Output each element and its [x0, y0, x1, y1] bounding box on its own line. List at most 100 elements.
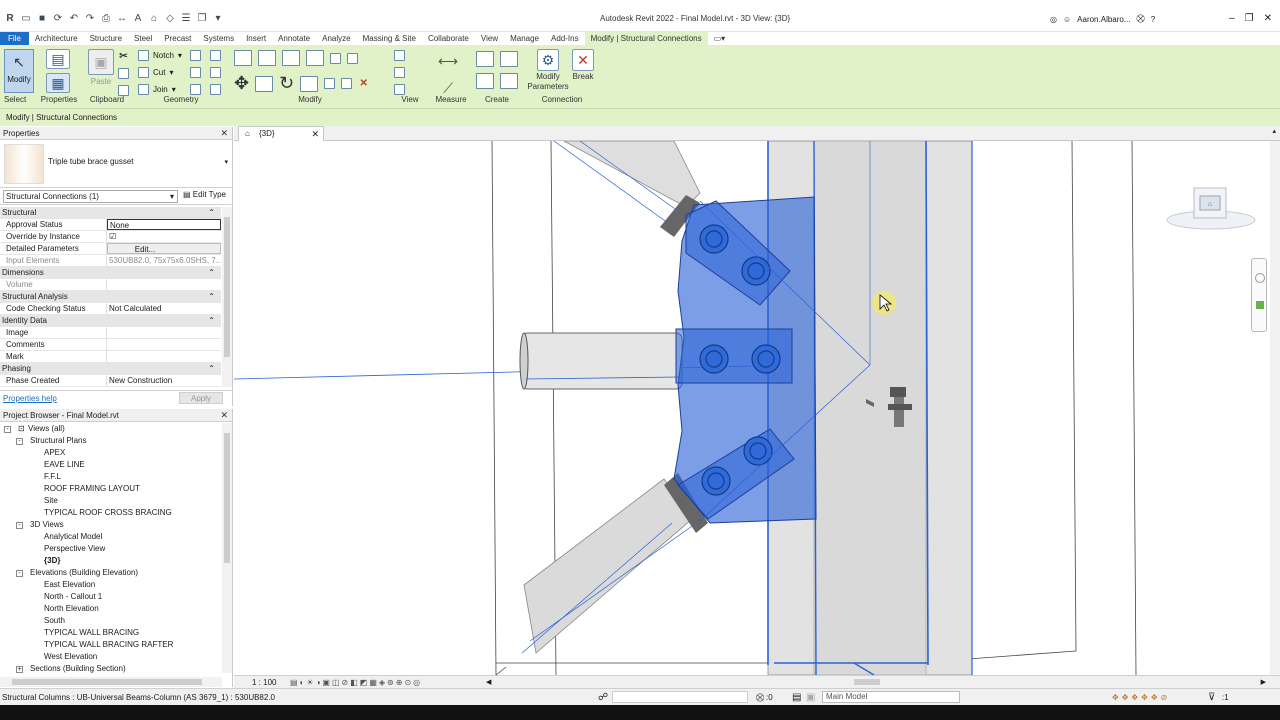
- property-value[interactable]: Not Calculated: [107, 303, 221, 314]
- create-similar-icon[interactable]: [500, 73, 518, 89]
- browser-item[interactable]: F.F.L: [0, 471, 222, 483]
- delete-icon[interactable]: ✕: [358, 78, 369, 89]
- join-button[interactable]: Join ▾: [138, 84, 176, 95]
- text-icon[interactable]: A: [132, 13, 144, 25]
- offset-icon[interactable]: [258, 50, 276, 66]
- split-icon[interactable]: [330, 52, 341, 64]
- create-assembly-icon[interactable]: [476, 51, 494, 67]
- collapse-icon[interactable]: ⌃: [208, 291, 221, 302]
- section-icon[interactable]: ◇: [164, 13, 176, 25]
- properties-close-icon[interactable]: ✕: [220, 127, 228, 140]
- user-icon[interactable]: ☺: [1063, 15, 1071, 24]
- browser-item[interactable]: ROOF FRAMING LAYOUT: [0, 483, 222, 495]
- property-category[interactable]: Identity Data ⌃: [0, 315, 221, 327]
- ribbon-tab-collaborate[interactable]: Collaborate: [422, 32, 475, 45]
- measure-distance-icon[interactable]: ⟷: [438, 53, 458, 70]
- model-canvas[interactable]: [234, 141, 1270, 675]
- worksets-icon[interactable]: ☍: [598, 689, 608, 706]
- tree-toggle-icon[interactable]: -: [16, 522, 23, 529]
- properties-help-link[interactable]: Properties help: [0, 394, 57, 403]
- binoculars-icon[interactable]: ◎: [1050, 15, 1057, 24]
- view-tab-close-icon[interactable]: ✕: [311, 127, 319, 141]
- property-value[interactable]: [107, 327, 221, 338]
- measure-icon[interactable]: ↔: [116, 13, 128, 25]
- property-value[interactable]: New Construction: [107, 375, 221, 386]
- move-icon[interactable]: ✥: [234, 73, 249, 94]
- restore-icon[interactable]: ❐: [1245, 13, 1254, 24]
- notch-button[interactable]: Notch ▾: [138, 50, 182, 61]
- browser-item[interactable]: APEX: [0, 447, 222, 459]
- modify-parameters-button[interactable]: ⚙ Modify Parameters: [527, 49, 569, 92]
- remove-paint-icon[interactable]: [210, 67, 221, 78]
- ribbon-options-icon[interactable]: ▭▾: [708, 32, 732, 45]
- browser-item[interactable]: - Elevations (Building Elevation): [0, 567, 222, 579]
- ribbon-tab-insert[interactable]: Insert: [240, 32, 272, 45]
- sync-icon[interactable]: ⟳: [52, 13, 64, 25]
- property-row[interactable]: Volume: [0, 279, 221, 291]
- property-row[interactable]: Override by Instance ☑: [0, 231, 221, 243]
- property-row[interactable]: Approval Status None: [0, 219, 221, 231]
- browser-item[interactable]: Perspective View: [0, 543, 222, 555]
- ribbon-tab-architecture[interactable]: Architecture: [29, 32, 84, 45]
- tree-toggle-icon[interactable]: -: [16, 438, 23, 445]
- browser-item[interactable]: North Elevation: [0, 603, 222, 615]
- ribbon-tab-massing-site[interactable]: Massing & Site: [357, 32, 422, 45]
- open-icon[interactable]: ▭: [20, 13, 32, 25]
- switch-windows-icon[interactable]: ❐: [196, 13, 208, 25]
- browser-scrollbar[interactable]: [222, 423, 232, 673]
- rotate-icon[interactable]: ↻: [279, 73, 294, 94]
- property-row[interactable]: Detailed Parameters Edit...: [0, 243, 221, 255]
- browser-item[interactable]: - Structural Plans: [0, 435, 222, 447]
- browser-item[interactable]: -3D Views: [0, 519, 222, 531]
- cut-icon[interactable]: ✂: [118, 51, 129, 62]
- browser-item[interactable]: EAVE LINE: [0, 459, 222, 471]
- tree-toggle-icon[interactable]: -: [4, 426, 11, 433]
- trim-icon[interactable]: [300, 75, 319, 92]
- browser-item[interactable]: Site: [0, 495, 222, 507]
- property-value[interactable]: [107, 279, 221, 290]
- copy-element-icon[interactable]: [255, 75, 274, 92]
- scale-icon[interactable]: [341, 78, 353, 89]
- split-gap-icon[interactable]: [347, 52, 358, 64]
- type-selector[interactable]: Triple tube brace gusset ▾: [0, 140, 232, 188]
- active-design-option[interactable]: Main Model: [822, 691, 960, 703]
- collapse-icon[interactable]: ⌃: [208, 207, 221, 218]
- beam-join-icon[interactable]: [210, 84, 221, 95]
- tree-toggle-icon[interactable]: +: [16, 666, 23, 673]
- property-row[interactable]: Phase Created New Construction: [0, 375, 221, 387]
- design-options-icon[interactable]: ▤: [792, 689, 801, 706]
- browser-hscrollbar[interactable]: [0, 677, 222, 687]
- properties-button[interactable]: ▦: [46, 73, 70, 93]
- property-category[interactable]: Dimensions ⌃: [0, 267, 221, 279]
- minimize-icon[interactable]: –: [1229, 13, 1235, 24]
- type-dropdown-icon[interactable]: ▾: [224, 158, 228, 166]
- demolish-icon[interactable]: [210, 50, 221, 61]
- property-row[interactable]: Mark: [0, 351, 221, 363]
- browser-item[interactable]: East Elevation: [0, 579, 222, 591]
- property-category[interactable]: Structural Analysis ⌃: [0, 291, 221, 303]
- help-icon[interactable]: ?: [1151, 15, 1155, 24]
- 3d-view-icon[interactable]: ⌂: [148, 13, 160, 25]
- ribbon-tab-analyze[interactable]: Analyze: [316, 32, 356, 45]
- create-group-icon[interactable]: [500, 51, 518, 67]
- property-value[interactable]: ☑: [107, 231, 221, 242]
- revit-logo-icon[interactable]: R: [4, 13, 16, 25]
- property-value[interactable]: [107, 339, 221, 350]
- browser-item[interactable]: South: [0, 615, 222, 627]
- view-tab-3d[interactable]: ⌂ {3D} ✕: [238, 126, 324, 141]
- browser-close-icon[interactable]: ✕: [220, 409, 228, 422]
- tree-toggle-icon[interactable]: -: [16, 570, 23, 577]
- hide-element-icon[interactable]: [394, 50, 405, 61]
- browser-item[interactable]: {3D}: [0, 555, 222, 567]
- thin-lines-icon[interactable]: ☰: [180, 13, 192, 25]
- undo-icon[interactable]: ↶: [68, 13, 80, 25]
- property-value[interactable]: Edit...: [107, 243, 221, 254]
- filter-icon[interactable]: ⊽: [1208, 689, 1215, 706]
- workset-dropdown[interactable]: [612, 691, 748, 703]
- property-row[interactable]: Code Checking Status Not Calculated: [0, 303, 221, 315]
- cart-icon[interactable]: ⛒: [1137, 14, 1145, 24]
- zoom-region-icon[interactable]: [1256, 301, 1264, 309]
- exclude-options-icon[interactable]: ▣: [806, 689, 815, 706]
- ribbon-tab-view[interactable]: View: [475, 32, 504, 45]
- browser-item[interactable]: North - Callout 1: [0, 591, 222, 603]
